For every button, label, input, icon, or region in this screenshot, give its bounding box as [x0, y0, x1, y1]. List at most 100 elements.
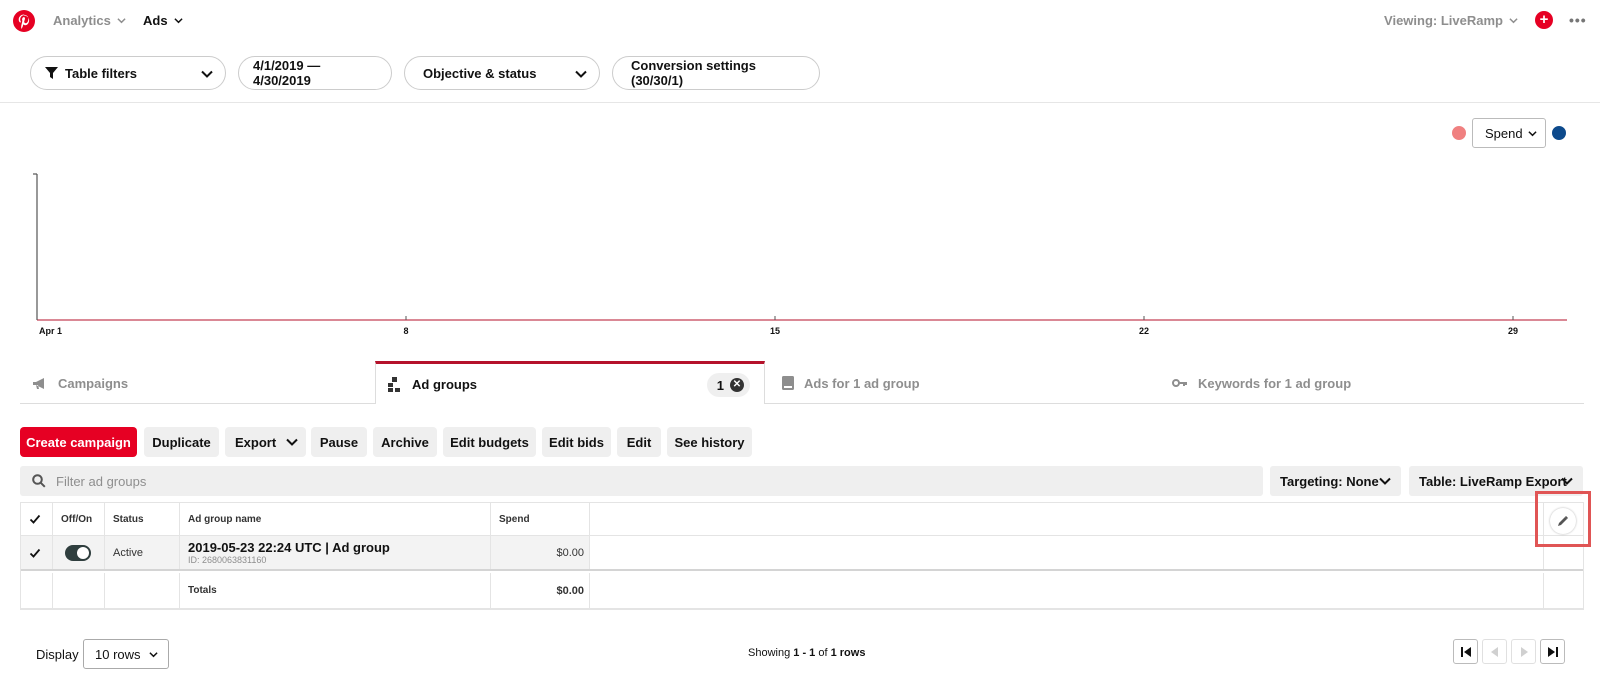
select-all-checkbox[interactable]: [21, 503, 53, 535]
account-switcher-label: Viewing: LiveRamp: [1384, 13, 1503, 28]
legend-dot-left: [1452, 126, 1466, 140]
metric-select[interactable]: Spend: [1472, 118, 1546, 148]
row-toggle-cell: [53, 536, 105, 569]
tab-ads-label: Ads for 1 ad group: [804, 375, 920, 391]
filter-funnel-icon: [45, 67, 58, 79]
edit-bids-button[interactable]: Edit bids: [542, 427, 611, 457]
chevron-down-icon: [286, 438, 298, 446]
display-label: Display: [36, 647, 79, 662]
account-switcher[interactable]: Viewing: LiveRamp: [1384, 13, 1518, 28]
table-preset-label: Table: LiveRamp Export: [1419, 473, 1567, 489]
edit-button[interactable]: Edit: [617, 427, 661, 457]
targeting-dropdown-label: Targeting: None: [1280, 473, 1379, 489]
row-status: Active: [105, 536, 180, 569]
row-checkbox[interactable]: [21, 536, 53, 569]
selection-count: 1: [716, 377, 724, 393]
x-axis-ticks: Apr 1 8 15 22 29: [36, 316, 1518, 336]
tab-ad-groups[interactable]: Ad groups 1 ✕: [375, 361, 765, 404]
totals-empty-cell: [590, 573, 1544, 608]
col-header-off-on[interactable]: Off/On: [53, 503, 105, 535]
next-page-button[interactable]: [1511, 639, 1536, 664]
export-button[interactable]: Export: [225, 427, 306, 457]
plus-icon: +: [1539, 11, 1549, 28]
legend-dot-right: [1552, 126, 1566, 140]
pencil-icon: [1558, 515, 1569, 526]
table-header-row: Off/On Status Ad group name Spend: [21, 503, 1583, 536]
col-header-status[interactable]: Status: [105, 503, 180, 535]
nav-ads[interactable]: Ads: [143, 13, 183, 28]
showing-total: 1 rows: [830, 647, 866, 659]
see-history-button[interactable]: See history: [667, 427, 752, 457]
showing-of: of: [818, 647, 828, 659]
tab-ad-groups-label: Ad groups: [412, 376, 477, 392]
tab-campaigns[interactable]: Campaigns: [20, 362, 375, 404]
tab-ads[interactable]: Ads for 1 ad group: [765, 362, 1155, 404]
x-tick-label: 29: [1508, 326, 1518, 336]
pause-button[interactable]: Pause: [311, 427, 367, 457]
key-icon: [1172, 379, 1187, 387]
date-range-picker[interactable]: 4/1/2019 — 4/30/2019: [238, 56, 392, 90]
conversion-settings-label: Conversion settings (30/30/1): [631, 58, 756, 88]
filter-ad-groups-bar: [20, 466, 1263, 496]
totals-empty-2: [53, 573, 105, 608]
filter-row: Table filters 4/1/2019 — 4/30/2019 Objec…: [0, 56, 1600, 102]
create-campaign-button[interactable]: Create campaign: [20, 427, 137, 457]
ad-group-id: ID: 2680063831160: [188, 555, 267, 565]
clear-selection-icon[interactable]: ✕: [730, 378, 744, 392]
tab-keywords[interactable]: Keywords for 1 ad group: [1160, 362, 1580, 404]
x-tick-label: 22: [1139, 326, 1149, 336]
col-header-ad-group-name[interactable]: Ad group name: [180, 503, 491, 535]
row-empty-cell: [590, 536, 1544, 569]
nav-ads-label: Ads: [143, 13, 168, 28]
edit-columns-button[interactable]: [1550, 508, 1576, 534]
tab-campaigns-label: Campaigns: [58, 375, 129, 391]
showing-prefix: Showing: [748, 647, 791, 659]
top-nav: Analytics Ads Viewing: LiveRamp + •••: [0, 0, 1600, 42]
totals-row: Totals $0.00: [21, 573, 1583, 609]
filter-ad-groups-input[interactable]: [56, 473, 1156, 489]
divider: [0, 102, 1600, 103]
chevron-down-icon: [1509, 18, 1518, 24]
totals-empty-1: [21, 573, 53, 608]
export-label: Export: [235, 434, 277, 450]
nav-analytics-label: Analytics: [53, 13, 111, 28]
last-page-button[interactable]: [1540, 639, 1565, 664]
megaphone-icon: [33, 377, 44, 389]
col-header-spend[interactable]: Spend: [491, 503, 590, 535]
rows-per-page-select[interactable]: 10 rows: [83, 639, 169, 669]
first-page-icon: [1460, 646, 1471, 657]
objective-status-label: Objective & status: [423, 65, 537, 81]
first-page-button[interactable]: [1453, 639, 1478, 664]
targeting-dropdown[interactable]: Targeting: None: [1270, 466, 1401, 496]
last-page-icon: [1547, 646, 1558, 657]
ad-group-name-link[interactable]: 2019-05-23 22:24 UTC | Ad group: [188, 540, 390, 555]
totals-label: Totals: [180, 573, 491, 608]
ad-groups-table: Off/On Status Ad group name Spend Active…: [20, 502, 1584, 610]
showing-range: 1 - 1: [793, 647, 816, 659]
x-tick-label: 8: [403, 326, 408, 336]
chevron-down-icon: [1379, 477, 1391, 485]
pinterest-logo-icon[interactable]: [13, 10, 35, 32]
edit-budgets-button[interactable]: Edit budgets: [443, 427, 536, 457]
tab-keywords-label: Keywords for 1 ad group: [1198, 375, 1352, 391]
x-tick-label: 15: [770, 326, 780, 336]
objective-status-dropdown[interactable]: Objective & status: [404, 56, 600, 90]
chevron-down-icon: [201, 70, 213, 78]
more-options-icon[interactable]: •••: [1569, 12, 1587, 28]
archive-button[interactable]: Archive: [373, 427, 437, 457]
table-row[interactable]: Active 2019-05-23 22:24 UTC | Ad group I…: [21, 536, 1583, 571]
chevron-down-icon: [575, 70, 587, 78]
on-off-toggle[interactable]: [65, 544, 91, 561]
entity-tabs: Campaigns Ad groups 1 ✕ Ads for 1 ad gro…: [20, 361, 1584, 404]
chevron-down-icon: [149, 652, 158, 658]
table-filters-button[interactable]: Table filters: [30, 56, 226, 90]
totals-empty-3: [105, 573, 180, 608]
selection-count-badge[interactable]: 1 ✕: [706, 373, 750, 397]
conversion-settings-button[interactable]: Conversion settings (30/30/1): [612, 56, 820, 90]
nav-analytics[interactable]: Analytics: [53, 13, 126, 28]
create-plus-button[interactable]: +: [1535, 11, 1553, 29]
prev-page-button[interactable]: [1482, 639, 1507, 664]
rows-per-page-value: 10 rows: [95, 646, 141, 662]
chevron-down-icon: [1528, 131, 1537, 137]
duplicate-button[interactable]: Duplicate: [144, 427, 219, 457]
